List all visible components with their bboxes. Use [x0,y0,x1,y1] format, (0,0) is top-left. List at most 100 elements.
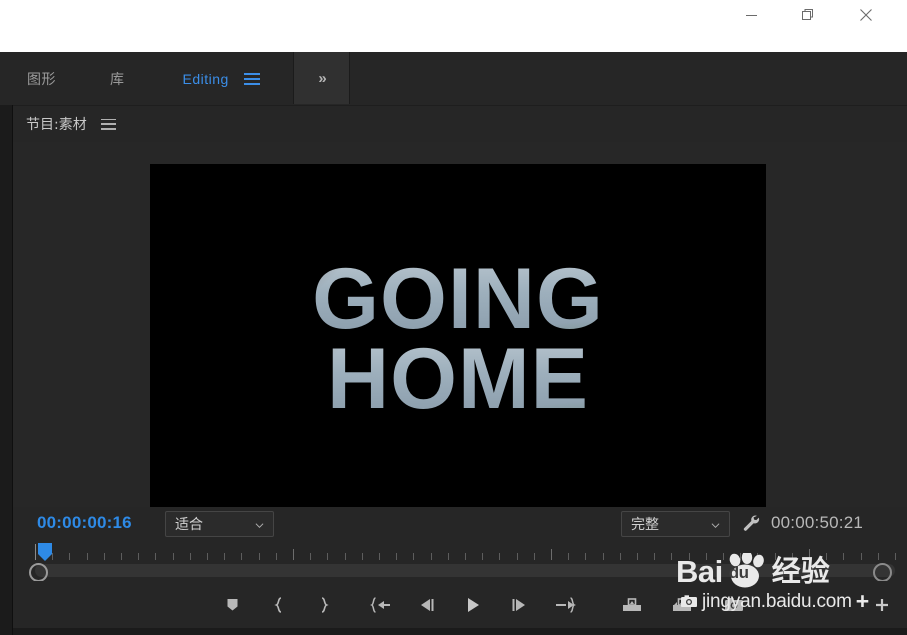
step-back-button[interactable] [412,590,442,620]
ruler-tick [809,549,810,560]
ruler-tick [499,553,501,560]
mark-out-button[interactable] [309,590,339,620]
video-title-line-2: HOME [327,330,589,427]
window-title-bar [0,0,907,52]
video-title-text-layer: GOING HOME [150,164,766,515]
program-panel-menu-icon[interactable] [100,118,116,130]
playback-quality-value: 完整 [631,517,659,533]
playback-quality-dropdown[interactable]: 完整 [621,511,730,537]
chevron-down-icon [255,523,264,529]
ruler-tick [189,553,191,560]
workspace-tab-editing[interactable]: Editing [183,71,229,87]
play-stop-button[interactable] [458,590,488,620]
extract-icon [673,597,691,611]
ruler-tick [705,553,707,560]
scrub-handle-right[interactable] [873,563,892,582]
close-icon [860,9,872,21]
hamburger-bar [243,72,260,75]
ruler-tick [413,553,415,560]
minimize-icon [745,14,757,16]
ruler-tick [551,549,552,560]
timeline-ruler[interactable] [13,541,907,563]
video-title-line-1: GOING [312,250,604,347]
chevron-down-icon [711,523,720,529]
step-back-icon [421,598,434,611]
ruler-tick [602,553,604,560]
ruler-tick [310,553,312,560]
workspace-tab-graphics[interactable]: 图形 [27,69,56,89]
playhead-marker[interactable] [35,543,52,562]
scrub-bar[interactable] [13,561,907,582]
program-panel-header: 节目:素材 [13,106,907,142]
ruler-tick [430,553,432,560]
playhead-point [38,554,52,561]
workspace-tab-libraries[interactable]: 库 [110,69,125,89]
marker-icon [227,599,237,611]
ruler-tick [877,553,879,560]
ruler-tick [826,553,828,560]
ruler-tick [619,553,621,560]
duration-timecode[interactable]: 00:00:50:21 [771,513,863,533]
ruler-tick [155,553,157,560]
workspace-menu-icon[interactable] [243,72,260,85]
mark-in-button[interactable] [263,590,293,620]
window-maximize-button[interactable] [785,0,831,30]
ruler-tick [447,553,449,560]
window-minimize-button[interactable] [728,0,774,30]
hamburger-bar [243,82,260,85]
go-to-in-button[interactable] [366,590,396,620]
transport-buttons [217,581,897,628]
current-timecode[interactable]: 00:00:00:16 [37,513,132,533]
video-preview-frame[interactable]: GOING HOME [150,164,766,515]
program-monitor-panel: 节目:素材 GOING HOME 00:00:00:16 适合 完整 00:00… [13,106,907,628]
ruler-tick [791,553,793,560]
monitor-canvas-area[interactable]: GOING HOME [13,142,907,515]
ruler-tick [344,553,346,560]
ruler-tick [361,553,363,560]
zoom-level-dropdown[interactable]: 适合 [165,511,274,537]
left-rail [0,105,13,635]
hamburger-bar [100,118,116,120]
ruler-tick [52,553,54,560]
wrench-icon[interactable] [740,512,762,534]
go-to-out-button[interactable] [550,590,580,620]
ruler-tick [482,553,484,560]
go-to-out-icon [556,596,576,613]
ruler-tick [723,553,724,560]
ruler-tick [121,553,122,560]
playhead-stem [35,544,36,560]
ruler-tick [172,553,174,560]
ruler-tick [207,553,208,560]
ruler-tick [757,553,759,560]
camera-icon [725,598,743,611]
window-close-button[interactable] [843,0,889,30]
ruler-tick [671,553,673,560]
scrub-track[interactable] [35,564,895,577]
ruler-tick [327,553,329,560]
zoom-level-value: 适合 [175,517,203,533]
ruler-tick [275,553,277,560]
ruler-tick [258,553,260,560]
export-frame-button[interactable] [719,590,749,620]
mark-out-icon [321,596,329,613]
ruler-tick [69,553,71,560]
scrub-handle-left[interactable] [29,563,48,582]
ruler-tick [568,553,570,560]
hamburger-bar [243,77,260,80]
workspace-overflow-button[interactable]: » [293,52,350,104]
ruler-tick [379,553,380,560]
step-forward-icon [512,598,525,611]
ruler-tick [895,553,896,560]
playhead-head [38,543,52,554]
ruler-tick [843,553,845,560]
add-marker-button[interactable] [217,590,247,620]
premiere-pro-window: 图形 库 Editing » 节目:素材 GOING HOME 00:00:00… [0,0,907,635]
program-panel-tab[interactable]: 节目:素材 [26,114,87,134]
lift-button[interactable] [617,590,647,620]
button-editor-button[interactable] [867,590,897,620]
ruler-tick [103,553,105,560]
extract-button[interactable] [667,590,697,620]
play-icon [468,597,479,612]
ruler-tick [533,553,535,560]
step-forward-button[interactable] [504,590,534,620]
